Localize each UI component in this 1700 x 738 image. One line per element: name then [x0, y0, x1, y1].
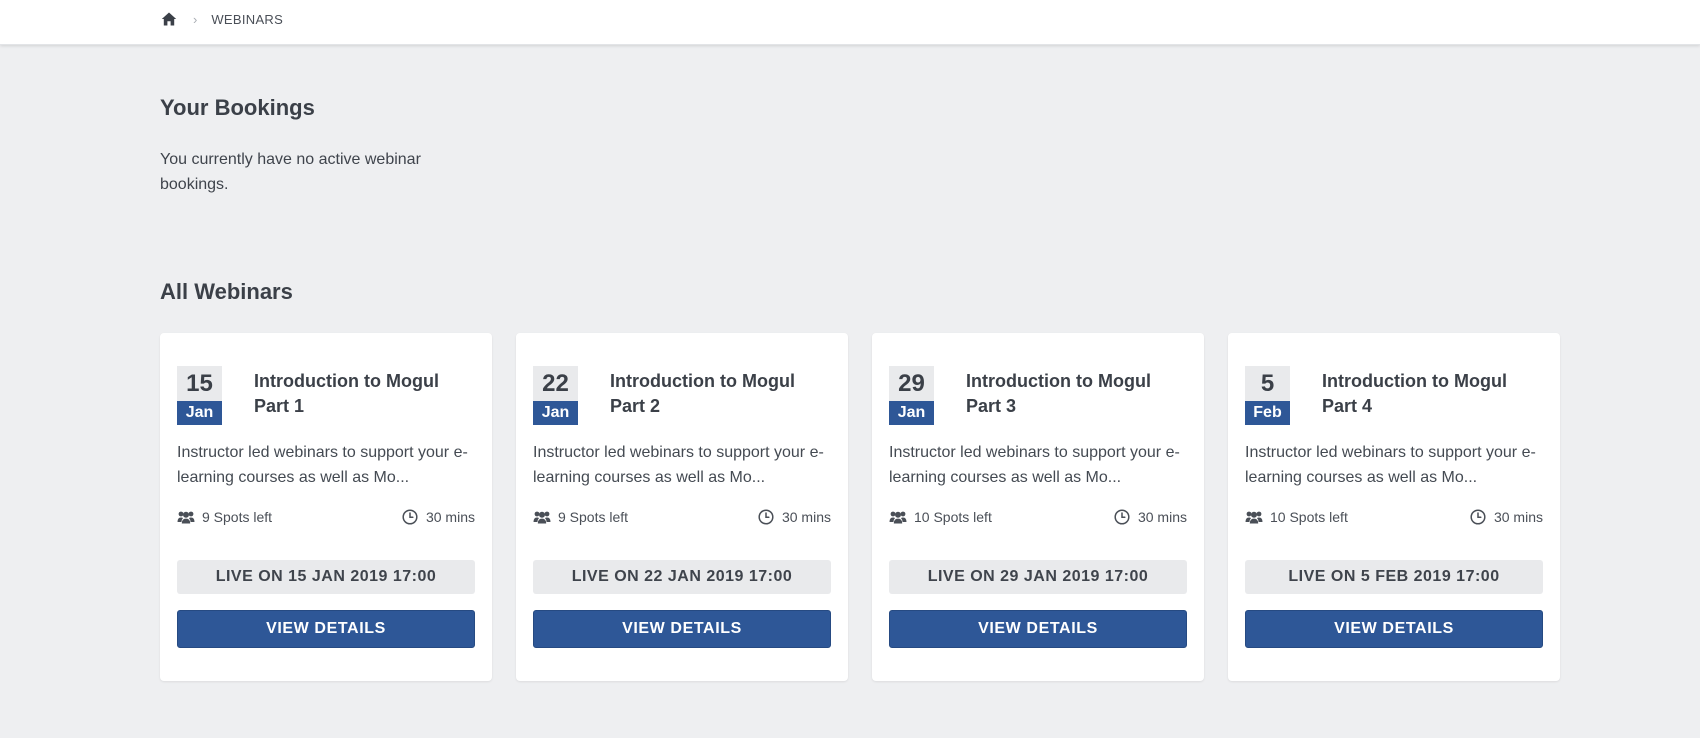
date-badge: 29 Jan [889, 366, 934, 425]
webinar-card: 22 Jan Introduction to Mogul Part 2 Inst… [516, 333, 848, 681]
bookings-title: Your Bookings [160, 95, 315, 120]
date-badge: 22 Jan [533, 366, 578, 425]
users-icon [889, 511, 907, 524]
spots-left-text: 9 Spots left [558, 509, 629, 525]
date-day: 22 [533, 366, 578, 401]
duration-text: 30 mins [781, 509, 831, 525]
date-badge: 5 Feb [1245, 366, 1290, 425]
clock-icon [402, 509, 418, 525]
duration: 30 mins [402, 509, 475, 525]
spots-left-text: 10 Spots left [1270, 509, 1348, 525]
webinar-title: Introduction to Mogul Part 1 [254, 371, 439, 416]
webinar-meta: 10 Spots left 30 mins [889, 507, 1187, 527]
live-date-label: LIVE ON 22 JAN 2019 17:00 [533, 560, 831, 594]
webinar-description: Instructor led webinars to support your … [177, 444, 468, 486]
view-details-button[interactable]: VIEW DETAILS [177, 610, 475, 648]
webinar-title: Introduction to Mogul Part 2 [610, 371, 795, 416]
view-details-button[interactable]: VIEW DETAILS [1245, 610, 1543, 648]
webinar-meta: 9 Spots left 30 mins [533, 507, 831, 527]
date-month: Jan [177, 401, 222, 425]
webinar-meta: 10 Spots left 30 mins [1245, 507, 1543, 527]
view-details-button[interactable]: VIEW DETAILS [889, 610, 1187, 648]
webinar-description: Instructor led webinars to support your … [889, 444, 1180, 486]
date-day: 29 [889, 366, 934, 401]
home-icon[interactable] [161, 11, 177, 27]
breadcrumb: › WEBINARS [161, 9, 283, 29]
top-bar: › WEBINARS [0, 0, 1700, 45]
live-date-label: LIVE ON 29 JAN 2019 17:00 [889, 560, 1187, 594]
duration-text: 30 mins [425, 509, 475, 525]
users-icon [177, 511, 195, 524]
date-day: 5 [1245, 366, 1290, 401]
duration-text: 30 mins [1493, 509, 1543, 525]
date-month: Feb [1245, 401, 1290, 425]
live-date-label: LIVE ON 5 FEB 2019 17:00 [1245, 560, 1543, 594]
webinar-description: Instructor led webinars to support your … [533, 444, 824, 486]
webinar-title: Introduction to Mogul Part 4 [1322, 371, 1507, 416]
spots-left: 9 Spots left [177, 509, 272, 525]
duration-text: 30 mins [1137, 509, 1187, 525]
users-icon [1245, 511, 1263, 524]
webinar-card: 29 Jan Introduction to Mogul Part 3 Inst… [872, 333, 1204, 681]
webinar-card: 5 Feb Introduction to Mogul Part 4 Instr… [1228, 333, 1560, 681]
clock-icon [1114, 509, 1130, 525]
date-month: Jan [889, 401, 934, 425]
spots-left: 10 Spots left [889, 509, 992, 525]
webinars-title: All Webinars [160, 279, 293, 304]
view-details-button[interactable]: VIEW DETAILS [533, 610, 831, 648]
webinar-meta: 9 Spots left 30 mins [177, 507, 475, 527]
spots-left: 9 Spots left [533, 509, 628, 525]
spots-left-text: 10 Spots left [914, 509, 992, 525]
duration: 30 mins [1114, 509, 1187, 525]
clock-icon [1470, 509, 1486, 525]
webinar-description: Instructor led webinars to support your … [1245, 444, 1536, 486]
clock-icon [758, 509, 774, 525]
users-icon [533, 511, 551, 524]
duration: 30 mins [758, 509, 831, 525]
date-badge: 15 Jan [177, 366, 222, 425]
webinar-title: Introduction to Mogul Part 3 [966, 371, 1151, 416]
webinar-card: 15 Jan Introduction to Mogul Part 1 Inst… [160, 333, 492, 681]
duration: 30 mins [1470, 509, 1543, 525]
breadcrumb-current: WEBINARS [211, 11, 284, 27]
live-date-label: LIVE ON 15 JAN 2019 17:00 [177, 560, 475, 594]
breadcrumb-separator: › [193, 11, 198, 27]
webinar-card-list: 15 Jan Introduction to Mogul Part 1 Inst… [160, 333, 1560, 681]
no-bookings-message: You currently have no active webinar boo… [160, 151, 421, 193]
spots-left-text: 9 Spots left [202, 509, 273, 525]
date-day: 15 [177, 366, 222, 401]
date-month: Jan [533, 401, 578, 425]
spots-left: 10 Spots left [1245, 509, 1348, 525]
